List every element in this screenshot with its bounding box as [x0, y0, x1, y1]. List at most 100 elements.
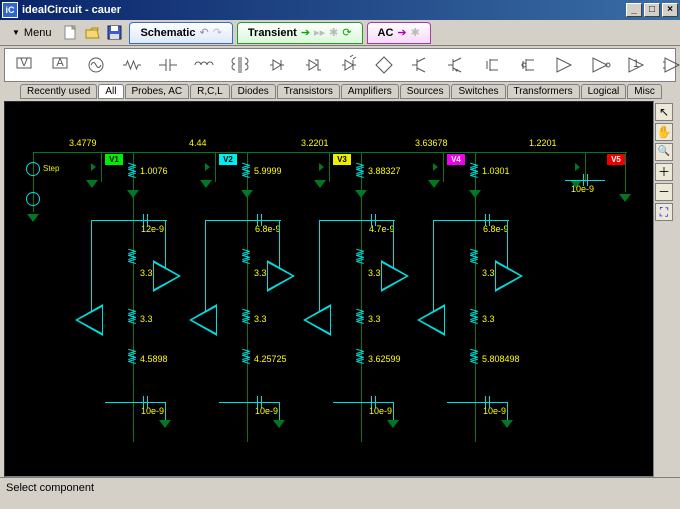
refresh-icon[interactable]: ⟳: [342, 26, 351, 39]
step-label: Step: [43, 164, 59, 173]
ground-icon: [273, 420, 285, 428]
ground-icon: [501, 420, 513, 428]
close-button[interactable]: ×: [662, 3, 678, 17]
resistor-icon[interactable]: [121, 54, 143, 76]
voltmeter-icon[interactable]: V: [13, 54, 35, 76]
cat-logical[interactable]: Logical: [581, 84, 627, 99]
cat-transformers[interactable]: Transformers: [507, 84, 580, 99]
zener-icon[interactable]: [301, 54, 323, 76]
probe-v4[interactable]: V4: [447, 154, 465, 165]
tab-schematic[interactable]: Schematic ↶ ↷: [129, 22, 232, 44]
new-icon[interactable]: [61, 23, 81, 43]
play-icon[interactable]: ➔: [301, 26, 310, 39]
cat-diodes[interactable]: Diodes: [231, 84, 276, 99]
menu-button[interactable]: ▼ Menu: [4, 25, 59, 41]
wire: [91, 220, 167, 221]
inductor-icon[interactable]: [193, 54, 215, 76]
zoom-plus-icon[interactable]: ＋: [655, 163, 673, 181]
opamp-fill: [154, 263, 178, 289]
canvas-area: Step 3.4779 4.44 3.2201 3.63678 1.2201 V…: [4, 101, 676, 477]
cat-rcl[interactable]: R,C,L: [190, 84, 230, 99]
app-icon: iC: [2, 2, 18, 18]
save-icon[interactable]: [105, 23, 125, 43]
ground-icon: [27, 214, 39, 222]
opamp-icon[interactable]: [553, 54, 575, 76]
menu-label: Menu: [24, 27, 52, 39]
led-icon[interactable]: [337, 54, 359, 76]
play-icon[interactable]: ➔: [397, 26, 406, 39]
value: 6.8e-9: [255, 224, 281, 234]
resistor[interactable]: ≷≷: [355, 164, 363, 176]
opamp-fill: [78, 307, 102, 333]
resistor[interactable]: ≷≷: [469, 310, 477, 322]
cat-recently-used[interactable]: Recently used: [20, 84, 97, 99]
buffer-icon[interactable]: 1: [625, 54, 647, 76]
svg-text:A: A: [56, 57, 64, 69]
pmos-icon[interactable]: [517, 54, 539, 76]
minimize-button[interactable]: _: [626, 3, 642, 17]
zoom-fit-icon[interactable]: ⛶: [655, 203, 673, 221]
value: 10e-9: [483, 406, 506, 416]
open-icon[interactable]: [83, 23, 103, 43]
zoom-minus-icon[interactable]: －: [655, 183, 673, 201]
cat-switches[interactable]: Switches: [451, 84, 505, 99]
ac-source[interactable]: [26, 192, 40, 206]
cat-transistors[interactable]: Transistors: [277, 84, 340, 99]
ground-icon: [619, 194, 631, 202]
resistor[interactable]: ≷≷: [241, 164, 249, 176]
transformer-icon[interactable]: [229, 54, 251, 76]
resistor[interactable]: ≷≷: [355, 250, 363, 262]
resistor[interactable]: ≷≷: [355, 350, 363, 362]
stop-icon[interactable]: ✱: [411, 26, 420, 39]
schematic-canvas[interactable]: Step 3.4779 4.44 3.2201 3.63678 1.2201 V…: [4, 101, 654, 477]
probe-v5[interactable]: V5: [607, 154, 625, 165]
ground-icon: [355, 190, 367, 198]
diode-icon[interactable]: [265, 54, 287, 76]
pnp-icon[interactable]: [445, 54, 467, 76]
cat-misc[interactable]: Misc: [627, 84, 662, 99]
value: 10e-9: [255, 406, 278, 416]
resistor[interactable]: ≷≷: [355, 310, 363, 322]
cat-all[interactable]: All: [98, 84, 123, 99]
bridge-icon[interactable]: [373, 54, 395, 76]
ground-icon: [387, 420, 399, 428]
resistor[interactable]: ≷≷: [241, 350, 249, 362]
amp-icon[interactable]: [661, 54, 680, 76]
ac-source-icon[interactable]: [85, 54, 107, 76]
zoom-in-icon[interactable]: 🔍: [655, 143, 673, 161]
cat-probes-ac[interactable]: Probes, AC: [125, 84, 190, 99]
resistor[interactable]: ≷≷: [127, 350, 135, 362]
undo-icon[interactable]: ↶: [199, 26, 208, 39]
ammeter-icon[interactable]: A: [49, 54, 71, 76]
npn-icon[interactable]: [409, 54, 431, 76]
step-source[interactable]: [26, 162, 40, 176]
nmos-icon[interactable]: [481, 54, 503, 76]
pan-icon[interactable]: ✋: [655, 123, 673, 141]
wire: [433, 220, 509, 221]
probe-v2[interactable]: V2: [219, 154, 237, 165]
wire: [565, 180, 605, 181]
maximize-button[interactable]: □: [644, 3, 660, 17]
value: 10e-9: [369, 406, 392, 416]
probe-v1[interactable]: V1: [105, 154, 123, 165]
cat-amplifiers[interactable]: Amplifiers: [341, 84, 399, 99]
comparator-icon[interactable]: [589, 54, 611, 76]
pause-icon[interactable]: ▸▸: [314, 26, 325, 39]
cat-sources[interactable]: Sources: [400, 84, 451, 99]
resistor[interactable]: ≷≷: [127, 164, 135, 176]
resistor[interactable]: ≷≷: [241, 310, 249, 322]
resistor[interactable]: ≷≷: [241, 250, 249, 262]
resistor[interactable]: ≷≷: [127, 250, 135, 262]
resistor[interactable]: ≷≷: [469, 164, 477, 176]
tab-ac[interactable]: AC ➔ ✱: [367, 22, 431, 44]
probe-v3[interactable]: V3: [333, 154, 351, 165]
pointer-icon[interactable]: ↖: [655, 103, 673, 121]
tab-transient[interactable]: Transient ➔ ▸▸ ✱ ⟳: [237, 22, 363, 44]
resistor[interactable]: ≷≷: [127, 310, 135, 322]
resistor[interactable]: ≷≷: [469, 350, 477, 362]
capacitor-icon[interactable]: [157, 54, 179, 76]
resistor[interactable]: ≷≷: [469, 250, 477, 262]
redo-icon[interactable]: ↷: [213, 26, 222, 39]
ground-icon: [86, 180, 98, 188]
stop-icon[interactable]: ✱: [329, 26, 338, 39]
